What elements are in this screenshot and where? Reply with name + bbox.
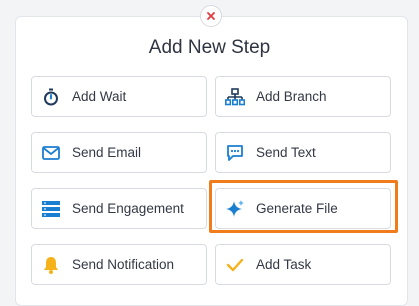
hierarchy-icon [225, 87, 245, 107]
option-label: Add Wait [72, 89, 127, 104]
close-button[interactable] [200, 5, 222, 27]
send-notification-option[interactable]: Send Notification [31, 244, 207, 285]
add-wait-option[interactable]: Add Wait [31, 76, 207, 117]
add-task-option[interactable]: Add Task [215, 244, 391, 285]
option-label: Add Branch [256, 89, 327, 104]
option-label: Send Engagement [72, 201, 184, 216]
generate-file-option[interactable]: Generate File [215, 188, 391, 229]
option-label: Send Notification [72, 257, 175, 272]
stack-icon [41, 199, 61, 219]
sparkle-icon [225, 199, 245, 219]
option-label: Generate File [256, 201, 338, 216]
send-engagement-option[interactable]: Send Engagement [31, 188, 207, 229]
dialog-title: Add New Step [148, 37, 271, 58]
bell-icon [41, 255, 61, 275]
send-text-option[interactable]: Send Text [215, 132, 391, 173]
add-branch-option[interactable]: Add Branch [215, 76, 391, 117]
envelope-icon [41, 143, 61, 163]
option-label: Add Task [256, 257, 312, 272]
send-email-option[interactable]: Send Email [31, 132, 207, 173]
checkmark-icon [225, 255, 245, 275]
chat-bubble-icon [225, 143, 245, 163]
option-label: Send Email [72, 145, 142, 160]
option-label: Send Text [256, 145, 316, 160]
stopwatch-icon [41, 87, 61, 107]
close-icon [206, 11, 216, 21]
